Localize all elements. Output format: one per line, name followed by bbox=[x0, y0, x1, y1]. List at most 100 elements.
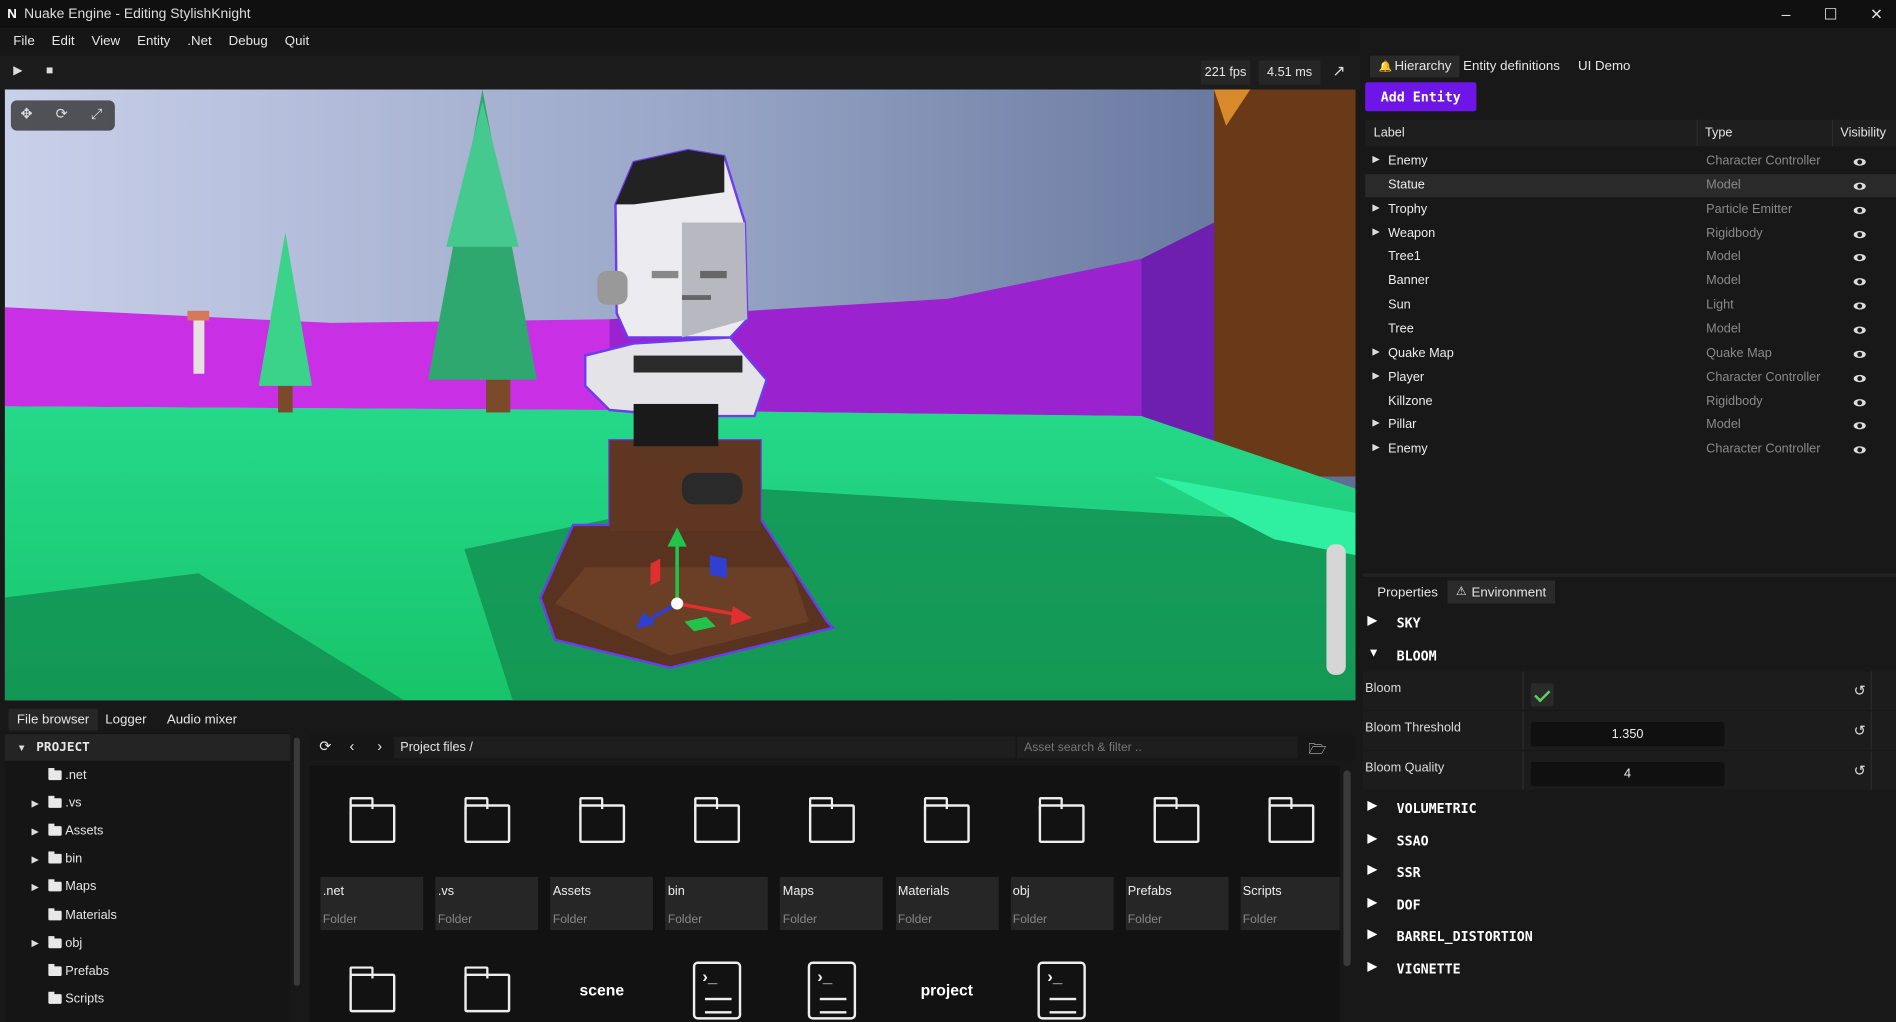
folder-tile[interactable]: Materials Folder bbox=[895, 766, 999, 933]
eye-icon[interactable] bbox=[1853, 350, 1866, 358]
path-label[interactable]: Project files bbox=[400, 740, 466, 755]
eye-icon[interactable] bbox=[1853, 230, 1866, 238]
tree-item[interactable]: ▶ Maps bbox=[5, 874, 290, 901]
tree-item[interactable]: Materials bbox=[5, 902, 290, 929]
chevron-right-icon[interactable]: ▶ bbox=[31, 854, 38, 865]
viewport-scrollbar[interactable] bbox=[1326, 544, 1346, 675]
column-divider[interactable] bbox=[1831, 119, 1834, 147]
rotate-icon[interactable]: ⟳ bbox=[56, 105, 68, 122]
folder-tile[interactable] bbox=[435, 933, 538, 1013]
asset-search-input[interactable]: Asset search & filter .. bbox=[1016, 736, 1298, 759]
eye-icon[interactable] bbox=[1853, 182, 1866, 190]
tree-item[interactable]: Scripts bbox=[5, 985, 290, 1012]
minimize-button[interactable]: – bbox=[1764, 0, 1808, 28]
chevron-right-icon[interactable]: ▶ bbox=[31, 798, 38, 809]
tab-entity-definitions[interactable]: Entity definitions bbox=[1455, 56, 1569, 78]
section-header[interactable]: ▶ SSAO bbox=[1363, 825, 1896, 854]
property-input[interactable]: 4 bbox=[1530, 761, 1725, 787]
section-header[interactable]: ▶ DOF bbox=[1363, 890, 1896, 919]
chevron-right-icon[interactable]: ▶ bbox=[1372, 154, 1379, 165]
chevron-right-icon[interactable]: ▶ bbox=[31, 937, 38, 948]
chevron-down-icon[interactable]: ▼ bbox=[17, 742, 27, 753]
hierarchy-row[interactable]: ▶ Enemy Character Controller bbox=[1365, 150, 1896, 173]
eye-icon[interactable] bbox=[1853, 374, 1866, 382]
forward-arrow-icon[interactable]: › bbox=[377, 738, 382, 755]
open-folder-icon[interactable]: 🗁 bbox=[1308, 738, 1326, 763]
column-label[interactable]: Label bbox=[1374, 126, 1405, 141]
folder-tile[interactable] bbox=[320, 933, 423, 1013]
eye-icon[interactable] bbox=[1853, 278, 1866, 286]
stop-icon[interactable]: ■ bbox=[46, 64, 53, 77]
chevron-right-icon[interactable]: ▶ bbox=[31, 826, 38, 837]
scene-tile[interactable]: scene bbox=[550, 933, 653, 1006]
chevron-right-icon[interactable]: ▶ bbox=[31, 882, 38, 893]
section-header[interactable]: ▼ BLOOM bbox=[1363, 641, 1896, 670]
chevron-right-icon[interactable]: ▶ bbox=[1372, 442, 1379, 453]
folder-tile[interactable]: Assets Folder bbox=[550, 766, 654, 933]
tab-file-browser[interactable]: File browser bbox=[8, 708, 98, 731]
column-divider[interactable] bbox=[1696, 119, 1698, 147]
chevron-right-icon[interactable]: ▶ bbox=[1372, 418, 1379, 429]
hierarchy-row[interactable]: Tree1 Model bbox=[1365, 246, 1896, 269]
tree-item[interactable]: ▶ .vs bbox=[5, 790, 290, 817]
chevron-right-icon[interactable]: ▶ bbox=[1372, 346, 1379, 357]
menu-quit[interactable]: Quit bbox=[276, 34, 317, 49]
script-tile[interactable] bbox=[780, 933, 883, 1020]
eye-icon[interactable] bbox=[1853, 254, 1866, 262]
tab-audio-mixer[interactable]: Audio mixer bbox=[158, 709, 245, 731]
folder-tile[interactable]: bin Folder bbox=[665, 766, 769, 933]
column-visibility[interactable]: Visibility bbox=[1840, 126, 1886, 141]
reset-icon[interactable]: ↺ bbox=[1854, 682, 1866, 699]
refresh-icon[interactable]: ⟳ bbox=[319, 738, 331, 755]
path-breadcrumb[interactable]: Project files / bbox=[394, 736, 1016, 759]
eye-icon[interactable] bbox=[1853, 158, 1866, 166]
folder-tile[interactable]: Scripts Folder bbox=[1240, 766, 1340, 933]
hierarchy-row[interactable]: ▶ Enemy Character Controller bbox=[1365, 438, 1896, 461]
folder-tile[interactable]: .net Folder bbox=[320, 766, 424, 933]
tree-item[interactable]: ▶ obj bbox=[5, 930, 290, 957]
script-tile[interactable] bbox=[1010, 933, 1113, 1020]
bloom-checkbox[interactable] bbox=[1530, 683, 1554, 707]
hierarchy-row[interactable]: ▶ Player Character Controller bbox=[1365, 366, 1896, 389]
tab-hierarchy[interactable]: 🔔 Hierarchy bbox=[1370, 55, 1460, 78]
eye-icon[interactable] bbox=[1853, 446, 1866, 454]
hierarchy-row[interactable]: Statue Model bbox=[1365, 173, 1896, 197]
hierarchy-row[interactable]: ▶ Weapon Rigidbody bbox=[1365, 222, 1896, 245]
menu-debug[interactable]: Debug bbox=[220, 34, 276, 49]
expand-arrow-icon[interactable]: ↗ bbox=[1333, 62, 1346, 81]
hierarchy-row[interactable]: Sun Light bbox=[1365, 294, 1896, 317]
section-header[interactable]: ▶ SKY bbox=[1363, 608, 1896, 637]
menu-file[interactable]: File bbox=[5, 34, 43, 49]
tab-properties[interactable]: Properties bbox=[1369, 581, 1447, 604]
column-type[interactable]: Type bbox=[1705, 126, 1733, 141]
tree-root[interactable]: ▼ PROJECT bbox=[4, 734, 291, 761]
play-icon[interactable]: ▶ bbox=[13, 64, 22, 77]
reset-icon[interactable]: ↺ bbox=[1854, 722, 1866, 739]
folder-tile[interactable]: Prefabs Folder bbox=[1125, 766, 1229, 933]
folder-tile[interactable]: obj Folder bbox=[1010, 766, 1114, 933]
add-entity-button[interactable]: Add Entity bbox=[1365, 82, 1477, 112]
hierarchy-row[interactable]: Banner Model bbox=[1365, 270, 1896, 293]
back-arrow-icon[interactable]: ‹ bbox=[349, 738, 354, 755]
move-icon[interactable]: ✥ bbox=[21, 105, 33, 122]
tree-item[interactable]: ▶ bin bbox=[5, 846, 290, 873]
section-header[interactable]: ▶ VOLUMETRIC bbox=[1363, 793, 1896, 822]
section-header[interactable]: ▶ VIGNETTE bbox=[1363, 954, 1896, 983]
script-tile[interactable] bbox=[665, 933, 768, 1020]
eye-icon[interactable] bbox=[1853, 398, 1866, 406]
project-tile[interactable]: project bbox=[895, 933, 998, 1006]
folder-tile[interactable]: .vs Folder bbox=[435, 766, 539, 933]
section-header[interactable]: ▶ BARREL_DISTORTION bbox=[1363, 922, 1896, 951]
hierarchy-row[interactable]: Tree Model bbox=[1365, 318, 1896, 341]
hierarchy-row[interactable]: ▶ Trophy Particle Emitter bbox=[1365, 198, 1896, 221]
folder-tile[interactable]: Maps Folder bbox=[780, 766, 884, 933]
menu-entity[interactable]: Entity bbox=[129, 34, 179, 49]
chevron-right-icon[interactable]: ▶ bbox=[1372, 370, 1379, 381]
property-input[interactable]: 1.350 bbox=[1530, 722, 1725, 747]
eye-icon[interactable] bbox=[1853, 302, 1866, 310]
eye-icon[interactable] bbox=[1853, 206, 1866, 214]
tab-environment[interactable]: ⚠ Environment bbox=[1447, 580, 1555, 604]
tab-logger[interactable]: Logger bbox=[97, 709, 155, 731]
file-grid-scrollbar[interactable] bbox=[1343, 770, 1351, 967]
scale-icon[interactable]: ⤢ bbox=[91, 105, 103, 123]
